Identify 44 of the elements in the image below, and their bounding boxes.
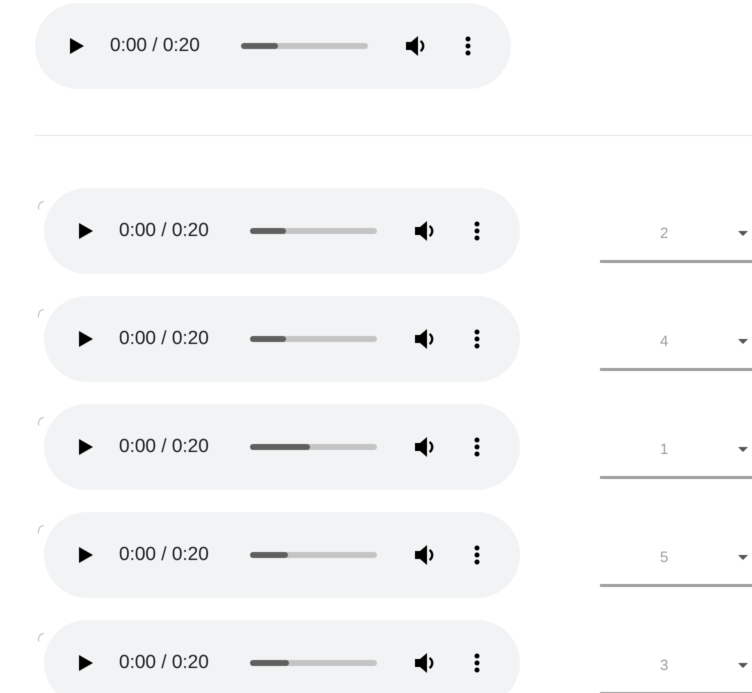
number-dropdown[interactable]: 2	[600, 217, 752, 263]
more-options-icon[interactable]	[465, 36, 471, 56]
more-options-icon[interactable]	[474, 545, 480, 565]
progress-track[interactable]	[250, 552, 377, 558]
progress-track[interactable]	[250, 660, 377, 666]
progress-track[interactable]	[241, 43, 368, 49]
dropdown-value: 2	[660, 224, 668, 244]
play-icon[interactable]	[70, 38, 84, 54]
time-display: 0:00 / 0:20	[119, 435, 209, 459]
radio-button[interactable]	[38, 309, 44, 318]
radio-button[interactable]	[38, 201, 44, 210]
play-icon[interactable]	[79, 547, 93, 563]
radio-button[interactable]	[38, 633, 44, 642]
more-options-icon[interactable]	[474, 221, 480, 241]
time-display: 0:00 / 0:20	[119, 219, 209, 243]
progress-track[interactable]	[250, 444, 377, 450]
radio-button[interactable]	[38, 525, 44, 534]
time-display: 0:00 / 0:20	[110, 34, 200, 58]
more-options-icon[interactable]	[474, 329, 480, 349]
dropdown-value: 3	[660, 656, 668, 676]
number-dropdown[interactable]: 4	[600, 325, 752, 371]
caret-icon	[738, 447, 748, 452]
number-dropdown[interactable]: 5	[600, 541, 752, 587]
time-display: 0:00 / 0:20	[119, 327, 209, 351]
progress-track[interactable]	[250, 336, 377, 342]
radio-button[interactable]	[38, 417, 44, 426]
time-display: 0:00 / 0:20	[119, 651, 209, 675]
play-icon[interactable]	[79, 655, 93, 671]
caret-icon	[738, 555, 748, 560]
number-dropdown[interactable]: 3	[600, 649, 752, 693]
progress-track[interactable]	[250, 228, 377, 234]
caret-icon	[738, 663, 748, 668]
caret-icon	[738, 231, 748, 236]
play-icon[interactable]	[79, 223, 93, 239]
dropdown-value: 4	[660, 332, 668, 352]
dropdown-value: 5	[660, 548, 668, 568]
play-icon[interactable]	[79, 331, 93, 347]
more-options-icon[interactable]	[474, 437, 480, 457]
caret-icon	[738, 339, 748, 344]
number-dropdown[interactable]: 1	[600, 433, 752, 479]
more-options-icon[interactable]	[474, 653, 480, 673]
time-display: 0:00 / 0:20	[119, 543, 209, 567]
play-icon[interactable]	[79, 439, 93, 455]
dropdown-value: 1	[660, 440, 668, 460]
